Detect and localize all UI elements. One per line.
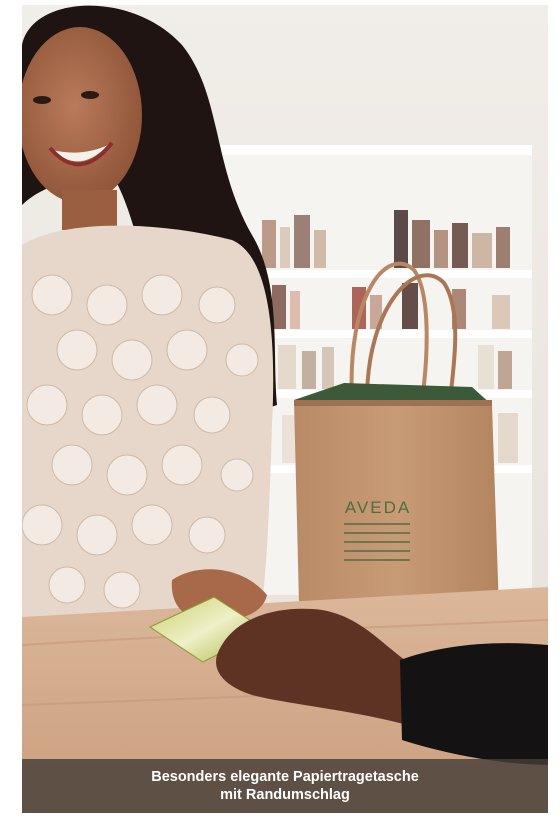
caption-line-2: mit Randumschlag xyxy=(220,787,350,803)
woman-face xyxy=(22,27,142,203)
caption-bar: Besonders elegante Papiertragetasche mit… xyxy=(22,759,548,813)
caption-line-1: Besonders elegante Papiertragetasche xyxy=(151,769,419,785)
product-photo: AVEDA Besonders elegante Papiertragetasc… xyxy=(22,5,548,813)
bag-brand-logo: AVEDA xyxy=(345,498,411,517)
